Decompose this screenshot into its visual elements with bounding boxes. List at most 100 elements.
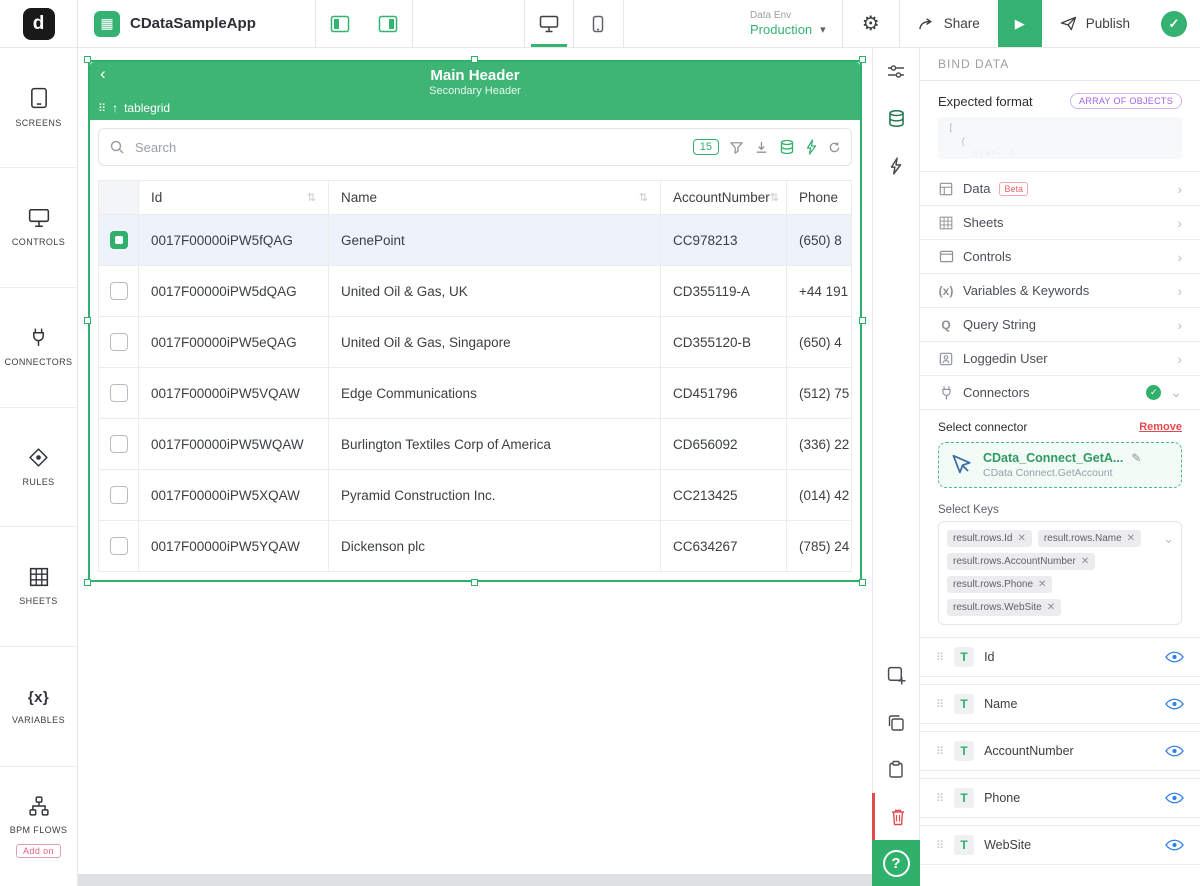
remove-key-icon[interactable]: ✕ xyxy=(1081,556,1089,567)
remove-connector-link[interactable]: Remove xyxy=(1139,421,1182,433)
resize-handle[interactable] xyxy=(859,56,866,63)
drag-handle-icon[interactable]: ⠿ xyxy=(936,651,944,664)
text-type-icon: T xyxy=(954,647,975,667)
eye-icon[interactable] xyxy=(1165,651,1184,663)
sort-icon[interactable]: ⇅ xyxy=(770,191,779,204)
remove-key-icon[interactable]: ✕ xyxy=(1038,579,1046,590)
resize-handle[interactable] xyxy=(471,56,478,63)
sidebar-item-controls[interactable]: CONTROLS xyxy=(0,168,77,288)
back-arrow-icon[interactable]: ‹ xyxy=(100,64,106,84)
add-control-button[interactable] xyxy=(872,652,920,699)
resize-handle[interactable] xyxy=(84,56,91,63)
eye-icon[interactable] xyxy=(1165,698,1184,710)
section-loggedin-user[interactable]: Loggedin User › xyxy=(920,341,1200,375)
sidebar-item-screens[interactable]: SCREENS xyxy=(0,48,77,168)
preview-play-button[interactable]: ▶ xyxy=(997,0,1042,47)
toggle-left-panel-icon[interactable] xyxy=(316,0,364,47)
drag-handle-icon[interactable]: ⠿ xyxy=(936,698,944,711)
help-button[interactable]: ? xyxy=(872,840,920,886)
resize-handle[interactable] xyxy=(859,579,866,586)
drag-handle-icon[interactable]: ⠿ xyxy=(98,102,106,115)
toggle-right-panel-icon[interactable] xyxy=(364,0,412,47)
desktop-preview-button[interactable] xyxy=(525,0,574,47)
eye-icon[interactable] xyxy=(1165,839,1184,851)
drag-handle-icon[interactable]: ⠿ xyxy=(936,745,944,758)
row-checkbox[interactable] xyxy=(109,486,128,504)
row-checkbox[interactable] xyxy=(109,333,128,351)
database-icon[interactable] xyxy=(779,139,795,155)
search-input[interactable] xyxy=(135,139,683,155)
drag-handle-icon[interactable]: ⠿ xyxy=(936,839,944,852)
tablegrid-control[interactable]: ‹ Main Header Secondary Header ⠿ ↑ table… xyxy=(84,56,866,586)
field-row-phone[interactable]: ⠿ T Phone xyxy=(920,778,1200,818)
field-row-website[interactable]: ⠿ T WebSite xyxy=(920,825,1200,865)
remove-key-icon[interactable]: ✕ xyxy=(1127,533,1135,544)
connector-card[interactable]: CData_Connect_GetA... ✎ CData Connect.Ge… xyxy=(938,442,1182,488)
edit-pencil-icon[interactable]: ✎ xyxy=(1131,451,1141,465)
paper-plane-icon xyxy=(1060,16,1077,31)
delete-button[interactable] xyxy=(872,793,920,840)
sidebar-item-bpm-flows[interactable]: BPM FLOWS Add on xyxy=(0,767,77,886)
section-variables-keywords[interactable]: (x) Variables & Keywords › xyxy=(920,273,1200,307)
table-row[interactable]: 0017F00000iPW5eQAG United Oil & Gas, Sin… xyxy=(98,316,852,368)
sort-icon[interactable]: ⇅ xyxy=(639,191,648,204)
row-checkbox[interactable] xyxy=(109,537,128,555)
field-row-name[interactable]: ⠿ T Name xyxy=(920,684,1200,724)
table-row[interactable]: 0017F00000iPW5dQAG United Oil & Gas, UK … xyxy=(98,265,852,317)
sidebar-item-connectors[interactable]: CONNECTORS xyxy=(0,288,77,408)
resize-handle[interactable] xyxy=(859,317,866,324)
publish-button[interactable]: Publish xyxy=(1042,0,1148,47)
eye-icon[interactable] xyxy=(1165,792,1184,804)
sidebar-item-sheets[interactable]: SHEETS xyxy=(0,527,77,648)
remove-key-icon[interactable]: ✕ xyxy=(1017,533,1025,544)
mobile-preview-button[interactable] xyxy=(574,0,623,47)
sidebar-item-rules[interactable]: RULES xyxy=(0,408,77,528)
resize-handle[interactable] xyxy=(84,317,91,324)
sidebar-item-variables[interactable]: {x} VARIABLES xyxy=(0,647,77,768)
design-canvas[interactable]: ‹ Main Header Secondary Header ⠿ ↑ table… xyxy=(78,48,872,874)
section-connectors[interactable]: Connectors ✓ ⌄ xyxy=(920,375,1200,409)
refresh-icon[interactable] xyxy=(828,141,841,154)
filter-icon[interactable] xyxy=(729,140,744,155)
download-icon[interactable] xyxy=(754,140,769,155)
row-checkbox[interactable] xyxy=(109,282,128,300)
actions-button[interactable] xyxy=(872,142,920,189)
settings-button[interactable]: ⚙ xyxy=(843,0,899,47)
remove-key-icon[interactable]: ✕ xyxy=(1047,602,1055,613)
column-header-id[interactable]: Id ⇅ xyxy=(138,180,329,215)
table-row[interactable]: 0017F00000iPW5XQAW Pyramid Construction … xyxy=(98,469,852,521)
control-label-row[interactable]: ⠿ ↑ tablegrid xyxy=(90,98,860,120)
data-env-dropdown[interactable]: Data Env Production ▾ xyxy=(734,0,842,47)
properties-button[interactable] xyxy=(872,48,920,95)
table-row[interactable]: 0017F00000iPW5YQAW Dickenson plc CC63426… xyxy=(98,520,852,572)
row-checkbox[interactable] xyxy=(109,384,128,402)
select-keys-multiselect[interactable]: result.rows.Id ✕ result.rows.Name ✕ result… xyxy=(938,521,1182,625)
section-data[interactable]: Data Beta › xyxy=(920,171,1200,205)
column-header-name[interactable]: Name ⇅ xyxy=(328,180,661,215)
drag-handle-icon[interactable]: ⠿ xyxy=(936,792,944,805)
copy-button[interactable] xyxy=(872,699,920,746)
bind-data-button[interactable] xyxy=(872,95,920,142)
paste-button[interactable] xyxy=(872,746,920,793)
section-controls[interactable]: Controls › xyxy=(920,239,1200,273)
field-row-accountnumber[interactable]: ⠿ T AccountNumber xyxy=(920,731,1200,771)
table-row[interactable]: 0017F00000iPW5fQAG GenePoint CC978213 (6… xyxy=(98,214,852,266)
section-query-string[interactable]: Q Query String › xyxy=(920,307,1200,341)
share-button[interactable]: Share xyxy=(900,0,998,47)
row-checkbox[interactable] xyxy=(109,435,128,453)
lightning-icon[interactable] xyxy=(805,139,818,155)
table-row[interactable]: 0017F00000iPW5VQAW Edge Communications C… xyxy=(98,367,852,419)
chevron-down-icon[interactable]: ⌄ xyxy=(1163,531,1174,547)
column-header-accountnumber[interactable]: AccountNumber ⇅ xyxy=(660,180,787,215)
table-row[interactable]: 0017F00000iPW5WQAW Burlington Textiles C… xyxy=(98,418,852,470)
section-sheets[interactable]: Sheets › xyxy=(920,205,1200,239)
eye-icon[interactable] xyxy=(1165,745,1184,757)
field-row-id[interactable]: ⠿ T Id xyxy=(920,637,1200,677)
column-header-phone[interactable]: Phone xyxy=(786,180,852,215)
brand-logo[interactable]: d xyxy=(0,0,78,47)
row-checkbox[interactable] xyxy=(109,231,128,249)
resize-handle[interactable] xyxy=(84,579,91,586)
page-size-badge[interactable]: 15 xyxy=(692,139,719,155)
sort-icon[interactable]: ⇅ xyxy=(307,191,316,204)
resize-handle[interactable] xyxy=(471,579,478,586)
